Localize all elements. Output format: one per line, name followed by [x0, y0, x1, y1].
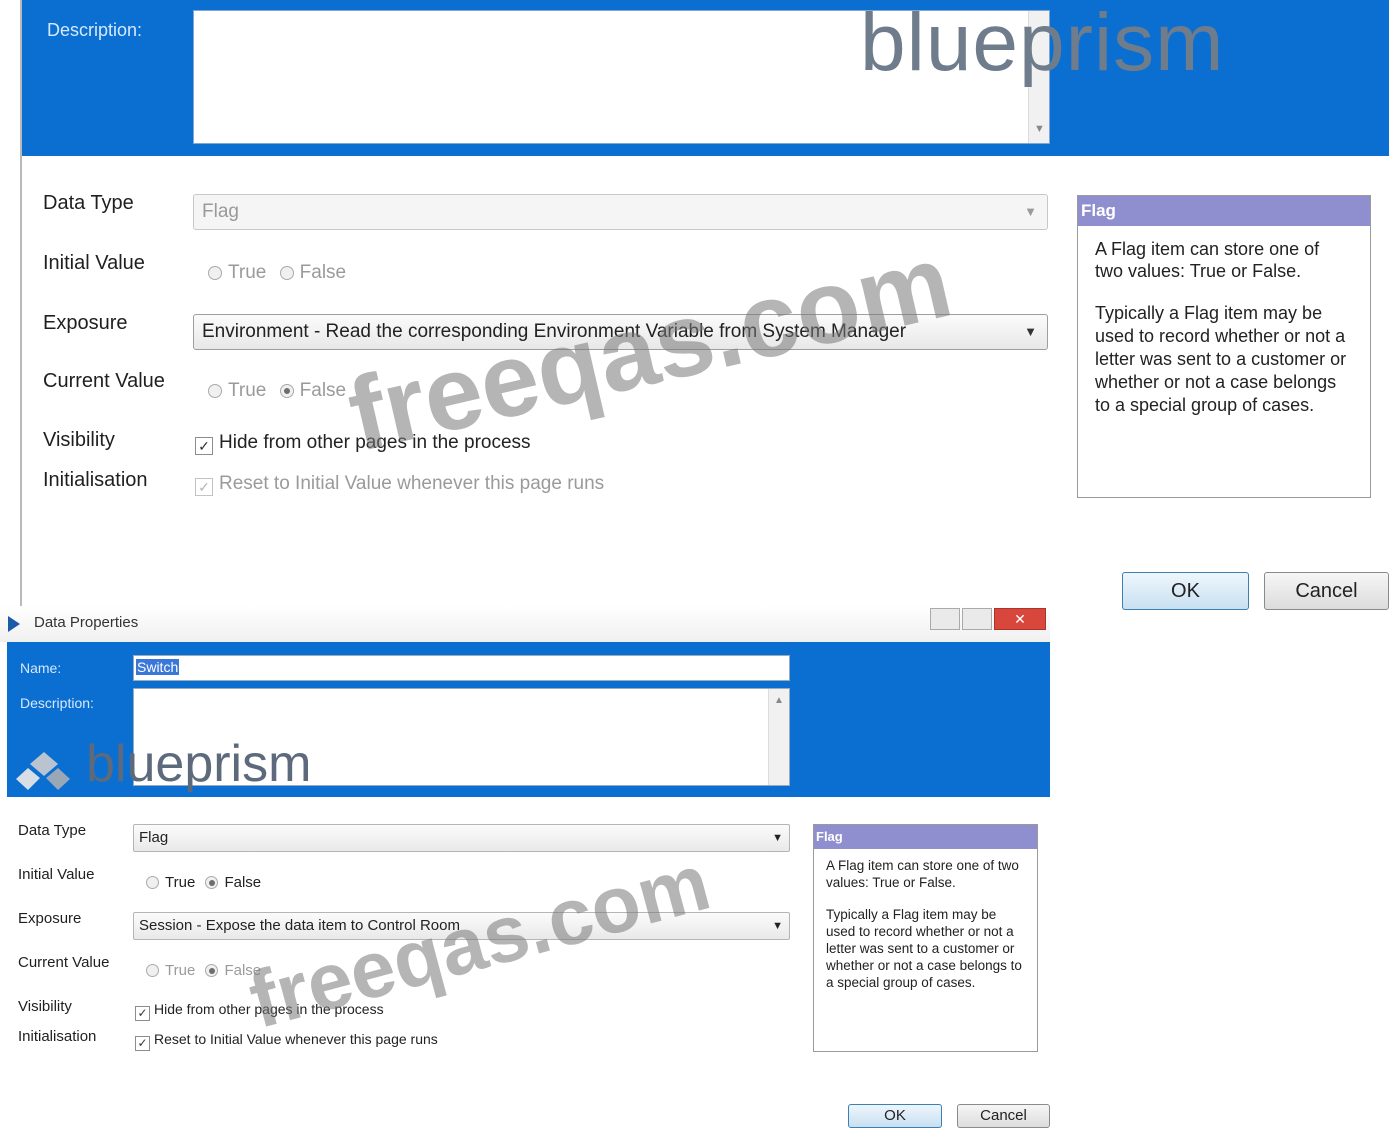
current-value-false-label: False — [299, 380, 347, 401]
name-label: Name: — [20, 660, 62, 676]
exposure-label: Exposure — [18, 910, 82, 927]
initial-value-false-label: False — [299, 262, 347, 283]
hide-from-other-pages-checkbox[interactable]: ✓ — [135, 1006, 150, 1021]
help-paragraph-2: Typically a Flag item may be used to rec… — [1095, 303, 1347, 415]
exposure-label: Exposure — [43, 312, 128, 334]
blueprism-logo-text: blueprism — [86, 735, 312, 793]
current-value-radio-group: True False — [208, 380, 346, 402]
window-title: Data Properties — [34, 614, 139, 631]
current-value-label: Current Value — [43, 370, 165, 392]
title-bar — [0, 606, 1050, 642]
help-paragraph-1: A Flag item can store one of two values:… — [1095, 239, 1320, 281]
reset-initial-value-checkbox[interactable]: ✓ — [135, 1036, 150, 1051]
reset-initial-value-checkbox[interactable]: ✓ — [195, 478, 213, 496]
initial-value-true-label: True — [228, 262, 267, 283]
app-icon — [8, 616, 20, 632]
name-input[interactable]: Switch — [133, 655, 790, 681]
data-type-label: Data Type — [43, 192, 134, 214]
help-paragraph-2: Typically a Flag item may be used to rec… — [826, 907, 1022, 990]
data-type-value: Flag — [139, 829, 169, 846]
chevron-down-icon: ▼ — [772, 832, 783, 844]
cancel-button[interactable]: Cancel — [1264, 572, 1389, 610]
initial-value-false-label: False — [224, 874, 262, 891]
cancel-button[interactable]: Cancel — [957, 1104, 1050, 1128]
chevron-down-icon: ▼ — [1024, 324, 1037, 339]
help-panel: Flag A Flag item can store one of two va… — [1077, 195, 1371, 498]
help-paragraph-1: A Flag item can store one of two values:… — [826, 858, 1019, 890]
reset-initial-value-label: Reset to Initial Value whenever this pag… — [219, 473, 605, 494]
initial-value-radio-group: True False — [146, 874, 261, 891]
ok-button[interactable]: OK — [1122, 572, 1249, 610]
help-panel: Flag A Flag item can store one of two va… — [813, 824, 1038, 1052]
initial-value-label: Initial Value — [18, 866, 95, 883]
current-value-true-label: True — [228, 380, 267, 401]
help-title: Flag — [1078, 196, 1370, 226]
visibility-label: Visibility — [18, 998, 72, 1015]
current-value-false-radio[interactable] — [279, 384, 294, 398]
initialisation-label: Initialisation — [43, 469, 148, 491]
current-value-false-radio[interactable] — [205, 964, 219, 977]
description-label: Description: — [20, 695, 94, 711]
description-label: Description: — [47, 20, 143, 40]
initial-value-true-label: True — [165, 874, 196, 891]
initial-value-true-radio[interactable] — [146, 876, 159, 889]
initial-value-false-radio[interactable] — [279, 266, 294, 280]
blueprism-logo-icon — [16, 752, 72, 801]
initial-value-label: Initial Value — [43, 252, 145, 274]
initial-value-radio-group: True False — [208, 262, 346, 284]
data-type-value: Flag — [202, 201, 239, 222]
current-value-true-radio[interactable] — [208, 384, 222, 398]
blueprism-logo-text: blueprism — [860, 0, 1225, 88]
minimize-button[interactable] — [930, 608, 960, 630]
ok-button[interactable]: OK — [848, 1104, 942, 1128]
hide-from-other-pages-checkbox[interactable]: ✓ — [195, 437, 213, 455]
initial-value-false-radio[interactable] — [205, 876, 219, 889]
data-type-label: Data Type — [18, 822, 87, 839]
close-button[interactable]: ✕ — [994, 608, 1046, 630]
current-value-label: Current Value — [18, 954, 110, 971]
description-scrollbar[interactable]: ▲ — [768, 689, 789, 785]
scroll-up-arrow-icon[interactable]: ▲ — [774, 695, 784, 706]
maximize-button[interactable] — [962, 608, 992, 630]
current-value-true-label: True — [165, 962, 196, 979]
close-icon: ✕ — [1014, 611, 1026, 627]
initialisation-checkbox-row[interactable]: ✓ Reset to Initial Value whenever this pa… — [195, 473, 604, 496]
scroll-down-arrow-icon[interactable]: ▼ — [1034, 123, 1045, 135]
initial-value-true-radio[interactable] — [208, 266, 222, 280]
name-value: Switch — [136, 659, 180, 675]
chevron-down-icon: ▼ — [772, 920, 783, 932]
chevron-down-icon: ▼ — [1024, 204, 1037, 219]
help-title: Flag — [814, 825, 1037, 849]
visibility-label: Visibility — [43, 429, 115, 451]
initialisation-label: Initialisation — [18, 1028, 97, 1045]
current-value-true-radio[interactable] — [146, 964, 159, 977]
